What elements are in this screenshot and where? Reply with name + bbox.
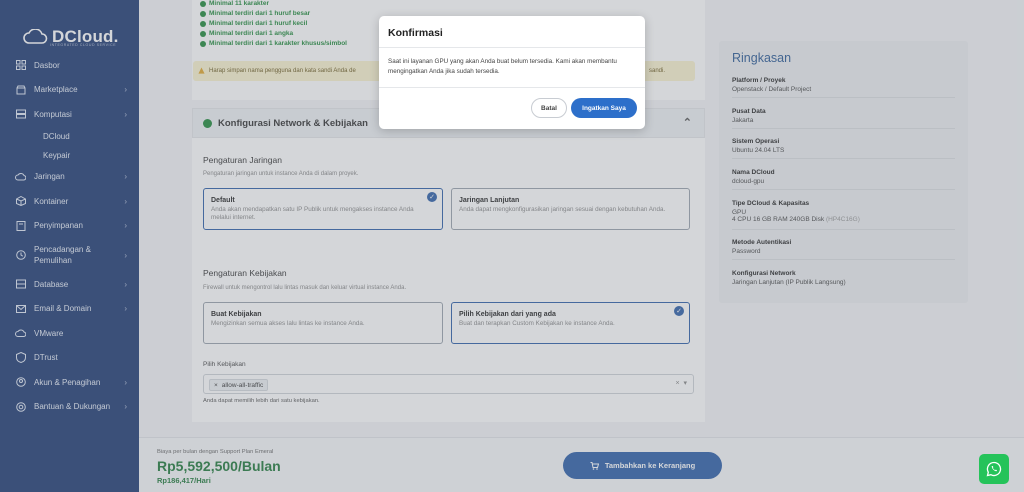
confirm-dialog: Konfirmasi Saat ini layanan GPU yang aka… — [379, 16, 645, 129]
whatsapp-icon — [986, 461, 1002, 477]
remind-me-button[interactable]: Ingatkan Saya — [571, 98, 637, 118]
dialog-message: Saat ini layanan GPU yang akan Anda buat… — [379, 48, 645, 88]
cancel-button[interactable]: Batal — [531, 98, 567, 118]
whatsapp-button[interactable] — [979, 454, 1009, 484]
dialog-title: Konfirmasi — [379, 16, 645, 48]
